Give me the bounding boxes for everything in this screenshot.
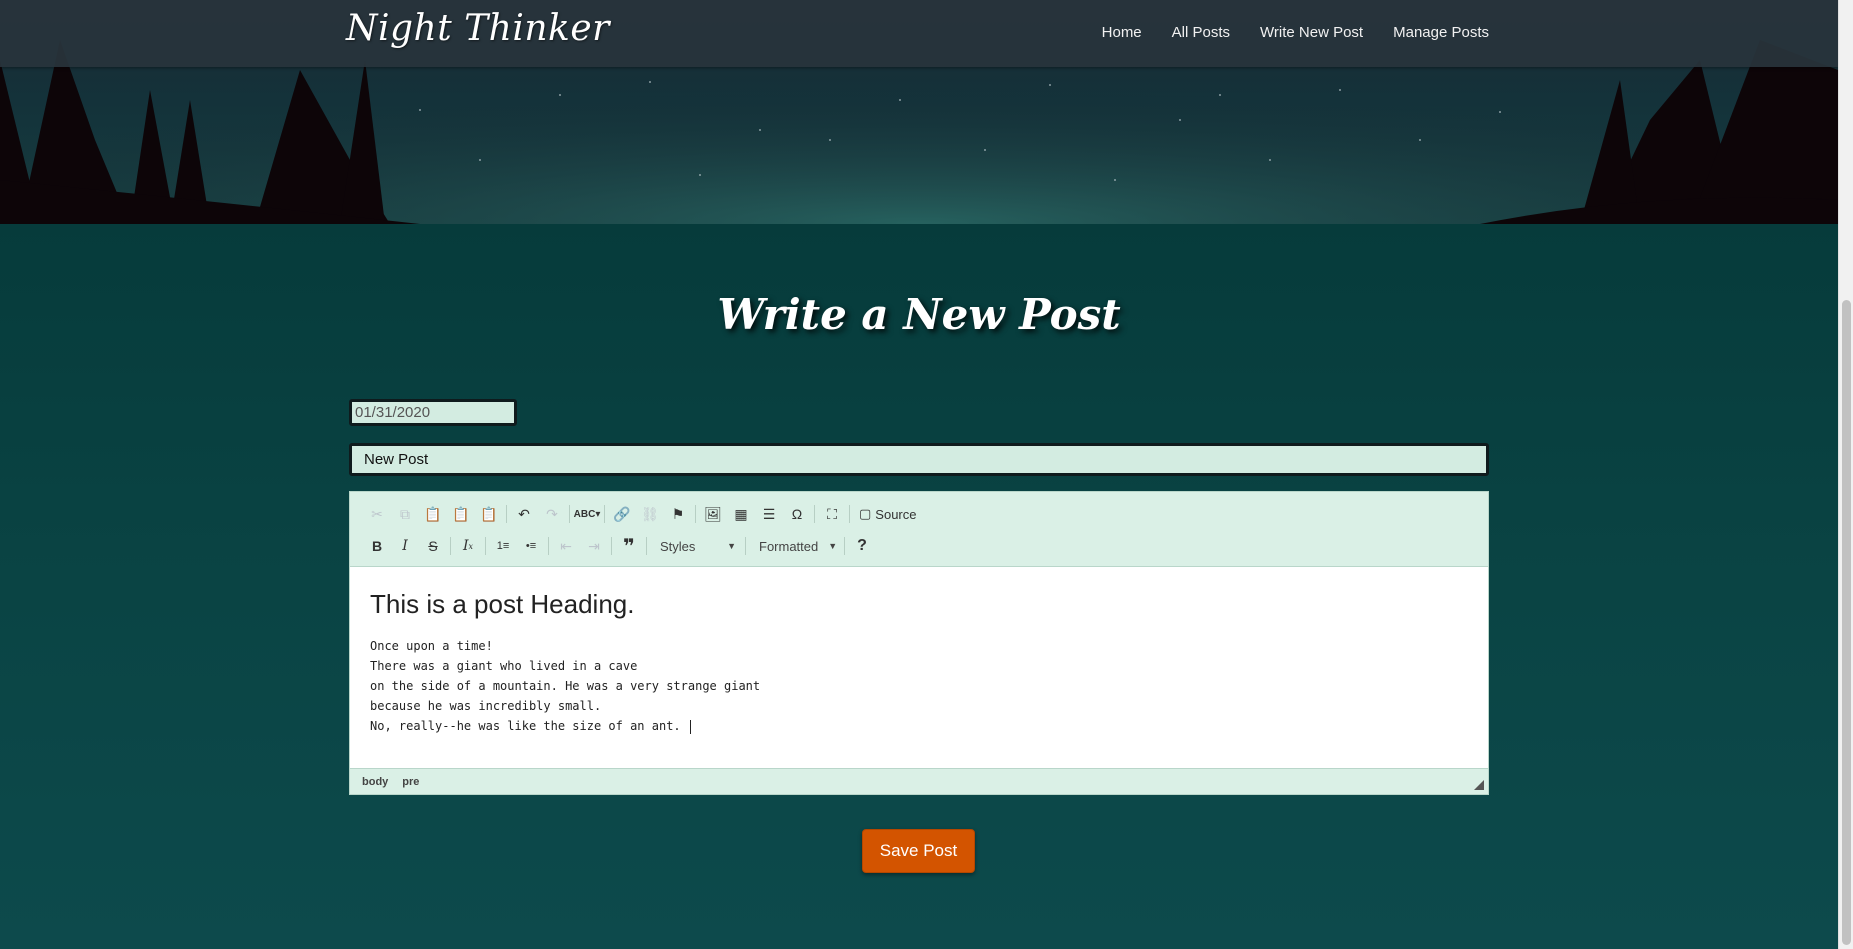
source-label: Source: [875, 506, 917, 522]
blockquote-icon[interactable]: ❞: [615, 533, 643, 559]
page-title: Write a New Post: [717, 290, 1121, 339]
styles-group: Styles ▼: [647, 537, 746, 555]
chevron-down-icon: ▼: [828, 541, 838, 551]
spellcheck-group: ABC▾: [570, 505, 605, 523]
copy-icon[interactable]: ⧉: [391, 501, 419, 527]
body-line: on the side of a mountain. He was a very…: [370, 679, 761, 693]
resize-grip-icon[interactable]: [1474, 780, 1484, 790]
source-group: ▢ Source: [850, 505, 926, 523]
spellcheck-icon[interactable]: ABC▾: [573, 501, 601, 527]
editor-content-area[interactable]: This is a post Heading. Once upon a time…: [350, 567, 1488, 767]
link-icon[interactable]: 🔗: [608, 501, 636, 527]
nav-links: Home All Posts Write New Post Manage Pos…: [1102, 24, 1489, 41]
redo-icon[interactable]: ↷: [538, 501, 566, 527]
link-group: 🔗 ⛓ ⚑: [605, 505, 696, 523]
nav-all-posts-link[interactable]: All Posts: [1172, 24, 1230, 41]
help-icon[interactable]: ?: [848, 533, 876, 559]
clipboard-group: ✂ ⧉ 📋 📋 📋: [360, 505, 507, 523]
italic-icon[interactable]: I: [391, 533, 419, 559]
format-group: Formatted ▼: [746, 537, 845, 555]
styles-label: Styles: [660, 538, 696, 554]
scrollbar-thumb[interactable]: [1842, 300, 1851, 945]
indent-group: ⇤ ⇥: [549, 537, 612, 555]
maximize-group: ⛶: [815, 505, 850, 523]
element-path-body[interactable]: body: [362, 776, 388, 788]
body-line: because he was incredibly small.: [370, 699, 602, 713]
styles-dropdown[interactable]: Styles ▼: [650, 534, 742, 558]
nav-manage-posts-link[interactable]: Manage Posts: [1393, 24, 1489, 41]
chevron-down-icon: ▼: [727, 541, 736, 551]
paste-text-icon[interactable]: 📋: [447, 501, 475, 527]
body-line: Once upon a time!: [370, 639, 493, 653]
cleanup-group: Ix: [451, 537, 486, 555]
rich-text-editor: ✂ ⧉ 📋 📋 📋 ↶ ↷ ABC▾ 🔗 ⛓ ⚑ 🖼 ▦ ☰ Ω ⛶ ▢ Sou…: [349, 491, 1489, 795]
strikethrough-icon[interactable]: S: [419, 533, 447, 559]
numbered-list-icon[interactable]: 1≡: [489, 533, 517, 559]
element-path-pre[interactable]: pre: [402, 776, 419, 788]
bold-icon[interactable]: B: [363, 533, 391, 559]
paste-icon[interactable]: 📋: [419, 501, 447, 527]
maximize-icon[interactable]: ⛶: [818, 501, 846, 527]
post-heading: This is a post Heading.: [370, 589, 635, 619]
editor-status-bar: body pre: [350, 768, 1488, 794]
list-group: 1≡ •≡: [486, 537, 549, 555]
format-label: Formatted: [759, 538, 819, 554]
cut-icon[interactable]: ✂: [363, 501, 391, 527]
toolbar-row-1: ✂ ⧉ 📋 📋 📋 ↶ ↷ ABC▾ 🔗 ⛓ ⚑ 🖼 ▦ ☰ Ω ⛶ ▢ Sou…: [360, 500, 1478, 528]
help-group: ?: [845, 537, 879, 555]
insert-group: 🖼 ▦ ☰ Ω: [696, 505, 815, 523]
undo-icon[interactable]: ↶: [510, 501, 538, 527]
brand-logo[interactable]: Night Thinker: [346, 8, 610, 49]
body-line: No, really--he was like the size of an a…: [370, 719, 688, 733]
paste-from-word-icon[interactable]: 📋: [475, 501, 503, 527]
post-title-input[interactable]: [349, 443, 1489, 476]
remove-format-icon[interactable]: Ix: [454, 533, 482, 559]
toolbar-row-2: B I S Ix 1≡ •≡ ⇤ ⇥ ❞ Styles ▼ Formatted …: [360, 532, 1478, 560]
anchor-flag-icon[interactable]: ⚑: [664, 501, 692, 527]
outdent-icon[interactable]: ⇤: [552, 533, 580, 559]
unlink-icon[interactable]: ⛓: [636, 501, 664, 527]
table-icon[interactable]: ▦: [727, 501, 755, 527]
undo-group: ↶ ↷: [507, 505, 570, 523]
indent-icon[interactable]: ⇥: [580, 533, 608, 559]
body-line: There was a giant who lived in a cave: [370, 659, 638, 673]
source-button[interactable]: ▢ Source: [853, 501, 923, 527]
editor-toolbar: ✂ ⧉ 📋 📋 📋 ↶ ↷ ABC▾ 🔗 ⛓ ⚑ 🖼 ▦ ☰ Ω ⛶ ▢ Sou…: [350, 492, 1488, 567]
save-post-button[interactable]: Save Post: [862, 829, 975, 873]
post-date-input[interactable]: [349, 399, 517, 426]
image-icon[interactable]: 🖼: [699, 501, 727, 527]
text-caret: [689, 719, 691, 734]
blockquote-group: ❞: [612, 536, 647, 558]
page-scrollbar[interactable]: [1838, 0, 1853, 949]
format-dropdown[interactable]: Formatted ▼: [749, 534, 841, 558]
horizontal-line-icon[interactable]: ☰: [755, 501, 783, 527]
bulleted-list-icon[interactable]: •≡: [517, 533, 545, 559]
top-navbar: Night Thinker Home All Posts Write New P…: [0, 0, 1838, 67]
source-icon: ▢: [859, 506, 872, 521]
basicstyles-group: B I S: [360, 537, 451, 555]
nav-write-new-post-link[interactable]: Write New Post: [1260, 24, 1363, 41]
special-char-icon[interactable]: Ω: [783, 501, 811, 527]
nav-home-link[interactable]: Home: [1102, 24, 1142, 41]
post-body-pre: Once upon a time! There was a giant who …: [370, 636, 1468, 736]
